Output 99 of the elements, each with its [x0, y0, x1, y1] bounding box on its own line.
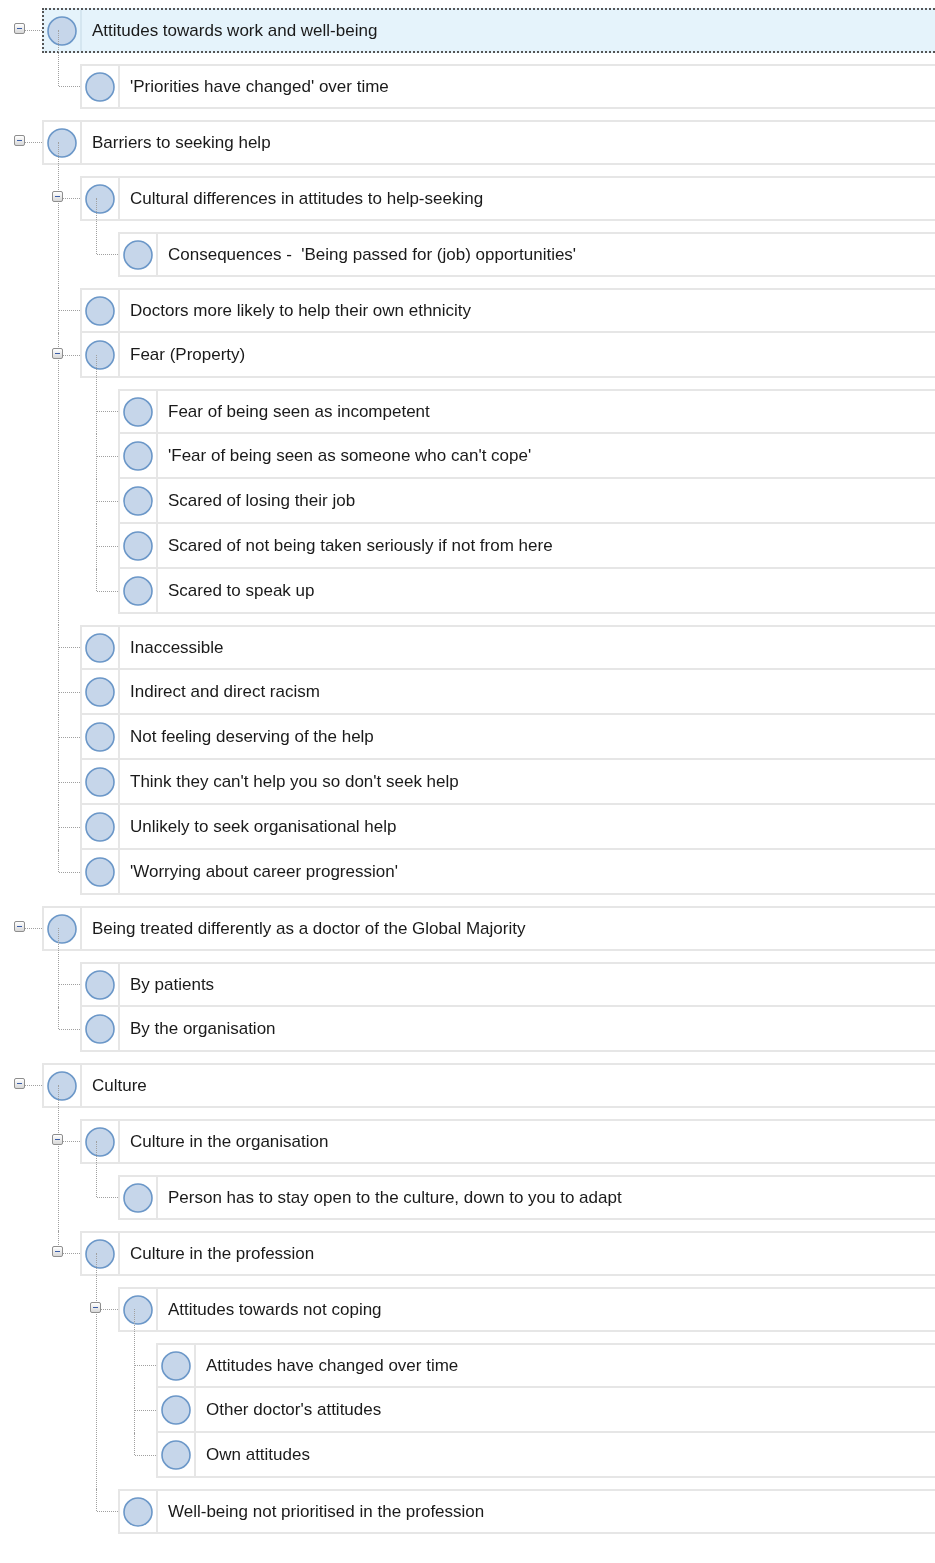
node-label: By the organisation	[129, 1017, 276, 1040]
tree-row[interactable]: Not feeling deserving of the help	[80, 715, 935, 760]
node-icon	[85, 1238, 115, 1269]
node-icon	[161, 1394, 191, 1425]
tree-row[interactable]: Think they can't help you so don't seek help	[80, 760, 935, 805]
tree-row[interactable]: Fear of being seen as incompetent	[118, 389, 935, 434]
node-icon	[85, 295, 115, 326]
tree-row[interactable]: Fear (Property)	[80, 333, 935, 378]
tree-row[interactable]: Culture in the organisation	[80, 1119, 935, 1164]
tree-row[interactable]: Scared to speak up	[118, 569, 935, 614]
node-icon	[123, 575, 153, 606]
node-label: Attitudes towards work and well-being	[91, 19, 378, 42]
tree-row[interactable]: Attitudes have changed over time	[156, 1343, 935, 1388]
node-icon	[123, 396, 153, 427]
collapse-toggle[interactable]	[14, 1078, 25, 1089]
node-label: 'Worrying about career progression'	[129, 860, 398, 883]
tree-row[interactable]: Well-being not prioritised in the profession	[118, 1489, 935, 1534]
collapse-toggle[interactable]	[52, 348, 63, 359]
node-icon	[161, 1350, 191, 1381]
node-label: Not feeling deserving of the help	[129, 725, 374, 748]
node-icon	[85, 1126, 115, 1157]
collapse-toggle[interactable]	[90, 1302, 101, 1313]
tree-row[interactable]: 'Fear of being seen as someone who can't cope'	[118, 434, 935, 479]
tree-row[interactable]: Indirect and direct racism	[80, 670, 935, 715]
tree-row[interactable]: Own attitudes	[156, 1433, 935, 1478]
tree-row[interactable]: By the organisation	[80, 1007, 935, 1052]
node-icon	[123, 530, 153, 561]
tree-row[interactable]: By patients	[80, 962, 935, 1007]
collapse-toggle[interactable]	[52, 1246, 63, 1257]
node-label: Attitudes have changed over time	[205, 1354, 459, 1377]
node-label: Cultural differences in attitudes to help-seeking	[129, 187, 484, 210]
node-label: By patients	[129, 973, 215, 996]
tree-row[interactable]: Unlikely to seek organisational help	[80, 805, 935, 850]
node-icon	[85, 1013, 115, 1044]
node-icon	[85, 632, 115, 663]
node-label: Scared of not being taken seriously if not from here	[167, 534, 553, 557]
collapse-toggle[interactable]	[14, 23, 25, 34]
node-icon	[123, 239, 153, 270]
node-label: 'Priorities have changed' over time	[129, 75, 389, 98]
node-label: Unlikely to seek organisational help	[129, 815, 397, 838]
node-icon	[85, 969, 115, 1000]
node-label: 'Fear of being seen as someone who can't cope'	[167, 444, 532, 467]
node-label: Other doctor's attitudes	[205, 1398, 382, 1421]
tree-row[interactable]: Inaccessible	[80, 625, 935, 670]
node-label: Inaccessible	[129, 636, 224, 659]
node-icon	[123, 440, 153, 471]
node-icon	[85, 71, 115, 102]
node-icon	[123, 485, 153, 516]
node-icon	[123, 1182, 153, 1213]
collapse-toggle[interactable]	[52, 1134, 63, 1145]
tree-row[interactable]: Consequences - 'Being passed for (job) opportunities'	[118, 232, 935, 277]
node-label: Consequences - 'Being passed for (job) opportunities'	[167, 243, 577, 266]
tree-row[interactable]: Culture in the profession	[80, 1231, 935, 1276]
node-label: Well-being not prioritised in the profession	[167, 1500, 485, 1523]
node-label: Own attitudes	[205, 1443, 310, 1466]
node-label: Indirect and direct racism	[129, 680, 320, 703]
node-label: Think they can't help you so don't seek help	[129, 770, 459, 793]
tree-row[interactable]: Attitudes towards not coping	[118, 1287, 935, 1332]
node-label: Fear of being seen as incompetent	[167, 400, 430, 423]
tree-row[interactable]: 'Worrying about career progression'	[80, 850, 935, 895]
node-icon	[123, 1496, 153, 1527]
node-label: Doctors more likely to help their own ethnicity	[129, 299, 472, 322]
node-icon	[85, 721, 115, 752]
node-icon	[85, 676, 115, 707]
tree-row[interactable]: 'Priorities have changed' over time	[80, 64, 935, 109]
node-label: Person has to stay open to the culture, down to you to adapt	[167, 1186, 622, 1209]
tree-row[interactable]: Being treated differently as a doctor of the Global Majority	[42, 906, 935, 951]
tree-row[interactable]: Cultural differences in attitudes to help-seeking	[80, 176, 935, 221]
tree-row[interactable]: Scared of losing their job	[118, 479, 935, 524]
collapse-toggle[interactable]	[14, 921, 25, 932]
node-label: Scared of losing their job	[167, 489, 356, 512]
tree-row[interactable]: Barriers to seeking help	[42, 120, 935, 165]
node-icon	[85, 766, 115, 797]
tree-row[interactable]: Scared of not being taken seriously if not from here	[118, 524, 935, 569]
node-icon	[123, 1294, 153, 1325]
node-icon	[85, 183, 115, 214]
tree-row[interactable]: Other doctor's attitudes	[156, 1388, 935, 1433]
node-label: Attitudes towards not coping	[167, 1298, 382, 1321]
collapse-toggle[interactable]	[14, 135, 25, 146]
node-label: Culture in the profession	[129, 1242, 315, 1265]
node-label: Scared to speak up	[167, 579, 315, 602]
node-label: Culture	[91, 1074, 147, 1097]
node-icon	[85, 339, 115, 370]
node-label: Barriers to seeking help	[91, 131, 271, 154]
node-icon	[85, 811, 115, 842]
tree-row[interactable]: Person has to stay open to the culture, down to you to adapt	[118, 1175, 935, 1220]
collapse-toggle[interactable]	[52, 191, 63, 202]
node-label: Culture in the organisation	[129, 1130, 329, 1153]
node-label: Fear (Property)	[129, 343, 246, 366]
node-icon	[85, 856, 115, 887]
node-icon	[47, 127, 77, 158]
node-icon	[47, 15, 77, 46]
node-icon	[47, 913, 77, 944]
tree-row[interactable]: Attitudes towards work and well-being	[42, 8, 935, 53]
node-icon	[47, 1070, 77, 1101]
node-icon	[161, 1439, 191, 1470]
node-label: Being treated differently as a doctor of the Global Majority	[91, 917, 526, 940]
tree-row[interactable]: Doctors more likely to help their own ethnicity	[80, 288, 935, 333]
tree-row[interactable]: Culture	[42, 1063, 935, 1108]
